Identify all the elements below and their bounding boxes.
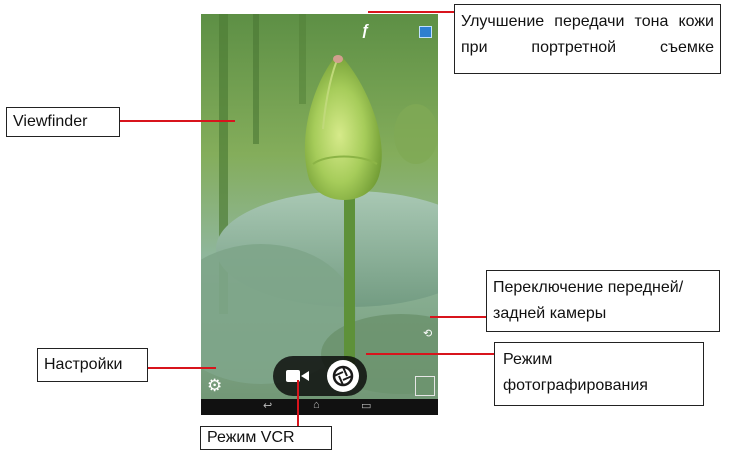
mode-control-pill bbox=[273, 356, 367, 396]
viewfinder-label: Viewfinder bbox=[13, 113, 88, 130]
leader-photo-mode bbox=[366, 353, 494, 355]
photo-mode-label: Режим фотографирования bbox=[503, 351, 648, 394]
vcr-mode-label: Режим VCR bbox=[207, 429, 295, 446]
leader-vcr-mode bbox=[297, 380, 299, 428]
last-photo-thumbnail[interactable] bbox=[415, 376, 435, 396]
settings-label: Настройки bbox=[44, 356, 123, 373]
home-icon[interactable]: ⌂ bbox=[313, 399, 320, 411]
back-icon[interactable]: ↩ bbox=[263, 399, 272, 412]
shutter-icon[interactable] bbox=[327, 360, 359, 392]
callout-viewfinder: Viewfinder bbox=[6, 107, 120, 137]
callout-settings: Настройки bbox=[37, 348, 148, 382]
switch-camera-label: Переключение передней/задней камеры bbox=[493, 279, 684, 322]
callout-skin-tone: Улучшение передачи тона кожи при портрет… bbox=[454, 4, 721, 74]
leader-switch-camera bbox=[430, 316, 486, 318]
skin-tone-label: Улучшение передачи тона кожи при портрет… bbox=[461, 13, 714, 56]
leader-viewfinder bbox=[120, 120, 235, 122]
leader-settings bbox=[148, 367, 216, 369]
gallery-thumbnail-icon[interactable] bbox=[419, 26, 432, 38]
navigation-bar: ↩ ⌂ ▭ bbox=[201, 399, 438, 415]
callout-photo-mode: Режим фотографирования bbox=[494, 342, 704, 406]
camera-switch-icon[interactable]: ⟲ bbox=[423, 327, 432, 340]
video-camera-icon[interactable] bbox=[286, 369, 314, 383]
face-beauty-icon[interactable]: ƒ bbox=[361, 22, 369, 39]
callout-switch-camera: Переключение передней/задней камеры bbox=[486, 270, 720, 332]
recents-icon[interactable]: ▭ bbox=[361, 399, 371, 412]
callout-vcr-mode: Режим VCR bbox=[200, 426, 332, 450]
gear-icon[interactable]: ⚙ bbox=[207, 376, 222, 396]
leader-skin-tone bbox=[368, 11, 454, 13]
